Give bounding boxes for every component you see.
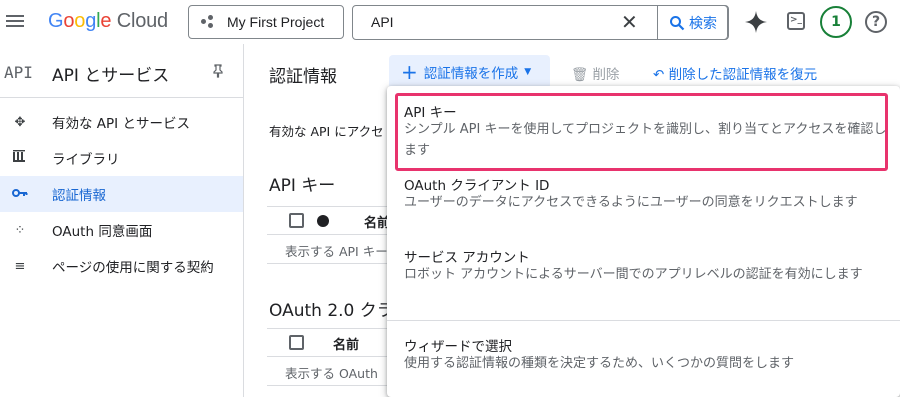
divider — [267, 263, 407, 264]
menu-icon[interactable] — [6, 12, 26, 32]
settings-list-icon: ≡ — [14, 258, 26, 274]
create-credentials-menu: API キー シンプル API キーを使用してプロジェクトを識別し、割り当てとア… — [387, 86, 900, 397]
page-title: 認証情報 — [269, 67, 337, 87]
sidebar-item-credentials[interactable]: 認証情報 — [0, 176, 243, 212]
sidebar-item-library[interactable]: ライブラリ — [0, 140, 243, 176]
project-selector-button[interactable]: My First Project — [188, 5, 344, 39]
menu-item-oauth-client-id[interactable]: OAuth クライアント ID ユーザーのデータにアクセスできるようにユーザーの… — [387, 172, 900, 244]
menu-item-title: サービス アカウント — [404, 250, 530, 266]
menu-item-title: API キー — [404, 105, 457, 121]
search-input[interactable]: API ✕ 検索 — [352, 5, 729, 40]
delete-button[interactable]: 🗑︎ 削除 — [571, 63, 619, 83]
plus-icon: + — [401, 60, 418, 84]
menu-item-service-account[interactable]: サービス アカウント ロボット アカウントによるサーバー間でのアプリレベルの認証… — [387, 244, 900, 320]
clear-icon[interactable]: ✕ — [621, 12, 638, 32]
menu-item-desc: 使用する認証情報の種類を決定するため、いくつかの質問をします — [404, 356, 795, 371]
gemini-icon[interactable] — [744, 10, 768, 34]
menu-item-title: ウィザードで選択 — [404, 339, 512, 355]
notification-badge[interactable]: 1 — [820, 6, 852, 38]
select-all-checkbox[interactable] — [289, 335, 304, 350]
search-button-label: 検索 — [689, 15, 717, 32]
menu-item-title: OAuth クライアント ID — [404, 178, 550, 194]
search-value: API — [371, 14, 394, 30]
sidebar: API API とサービス ✥ 有効な API とサービス ライブラリ 認証情報… — [0, 44, 244, 397]
oauth-table-header: 名前 — [267, 328, 407, 357]
sidebar-header: API API とサービス — [0, 44, 243, 98]
create-credentials-button[interactable]: + 認証情報を作成 ▼ — [389, 55, 550, 89]
library-icon — [10, 150, 30, 166]
key-icon — [10, 187, 30, 202]
undo-icon: ↶ — [653, 67, 665, 83]
sidebar-item-oauth-consent[interactable]: ⁘ OAuth 同意画面 — [0, 212, 243, 248]
create-credentials-label: 認証情報を作成 — [423, 66, 519, 82]
divider — [267, 385, 407, 386]
google-cloud-logo[interactable]: Google Cloud — [48, 10, 168, 33]
top-bar: Google Cloud My First Project API ✕ 検索 >… — [0, 0, 900, 44]
sidebar-item-label: OAuth 同意画面 — [52, 224, 153, 240]
delete-label: 削除 — [592, 67, 620, 83]
caret-down-icon: ▼ — [524, 67, 532, 77]
api-keys-title: API キー — [269, 176, 336, 196]
project-icon — [201, 15, 217, 29]
menu-item-desc: シンプル API キーを使用してプロジェクトを識別し、割り当てとアクセスを確認し… — [404, 122, 887, 158]
oauth-clients-title: OAuth 2.0 クラ — [269, 301, 394, 321]
oauth-icon: ⁘ — [14, 222, 26, 238]
status-dot-icon — [317, 215, 329, 227]
intro-text: 有効な API にアクセ — [269, 124, 384, 139]
sidebar-item-page-agreements[interactable]: ≡ ページの使用に関する契約 — [0, 248, 243, 284]
restore-deleted-button[interactable]: ↶ 削除した認証情報を復元 — [653, 63, 817, 83]
help-icon[interactable]: ? — [865, 11, 887, 33]
project-name: My First Project — [227, 14, 325, 30]
pin-icon[interactable] — [212, 64, 224, 82]
oauth-empty: 表示する OAuth — [285, 366, 378, 381]
api-keys-table-header: 名前 — [267, 206, 407, 235]
menu-item-wizard[interactable]: ウィザードで選択 使用する認証情報の種類を決定するため、いくつかの質問をします — [387, 321, 900, 381]
services-icon: ✥ — [14, 114, 26, 130]
select-all-checkbox[interactable] — [289, 213, 304, 228]
sidebar-item-label: ページの使用に関する契約 — [52, 260, 214, 276]
cloud-shell-icon[interactable]: >_ — [787, 12, 805, 30]
menu-item-api-key[interactable]: API キー シンプル API キーを使用してプロジェクトを識別し、割り当てとア… — [387, 86, 900, 172]
sidebar-title: API とサービス — [52, 66, 170, 86]
sidebar-item-label: 認証情報 — [52, 188, 106, 204]
menu-item-desc: ユーザーのデータにアクセスできるようにユーザーの同意をリクエストします — [404, 195, 858, 210]
trash-icon: 🗑︎ — [571, 67, 589, 83]
sidebar-item-enabled-apis[interactable]: ✥ 有効な API とサービス — [0, 104, 243, 140]
sidebar-item-label: 有効な API とサービス — [52, 116, 190, 132]
sidebar-item-label: ライブラリ — [52, 152, 120, 168]
search-button[interactable]: 検索 — [657, 5, 729, 40]
menu-item-desc: ロボット アカウントによるサーバー間でのアプリレベルの認証を有効にします — [404, 267, 863, 282]
api-logo: API — [4, 63, 33, 82]
search-icon — [670, 15, 685, 30]
column-name[interactable]: 名前 — [333, 334, 359, 353]
restore-label: 削除した認証情報を復元 — [668, 67, 818, 83]
api-keys-empty: 表示する API キー — [285, 244, 388, 259]
